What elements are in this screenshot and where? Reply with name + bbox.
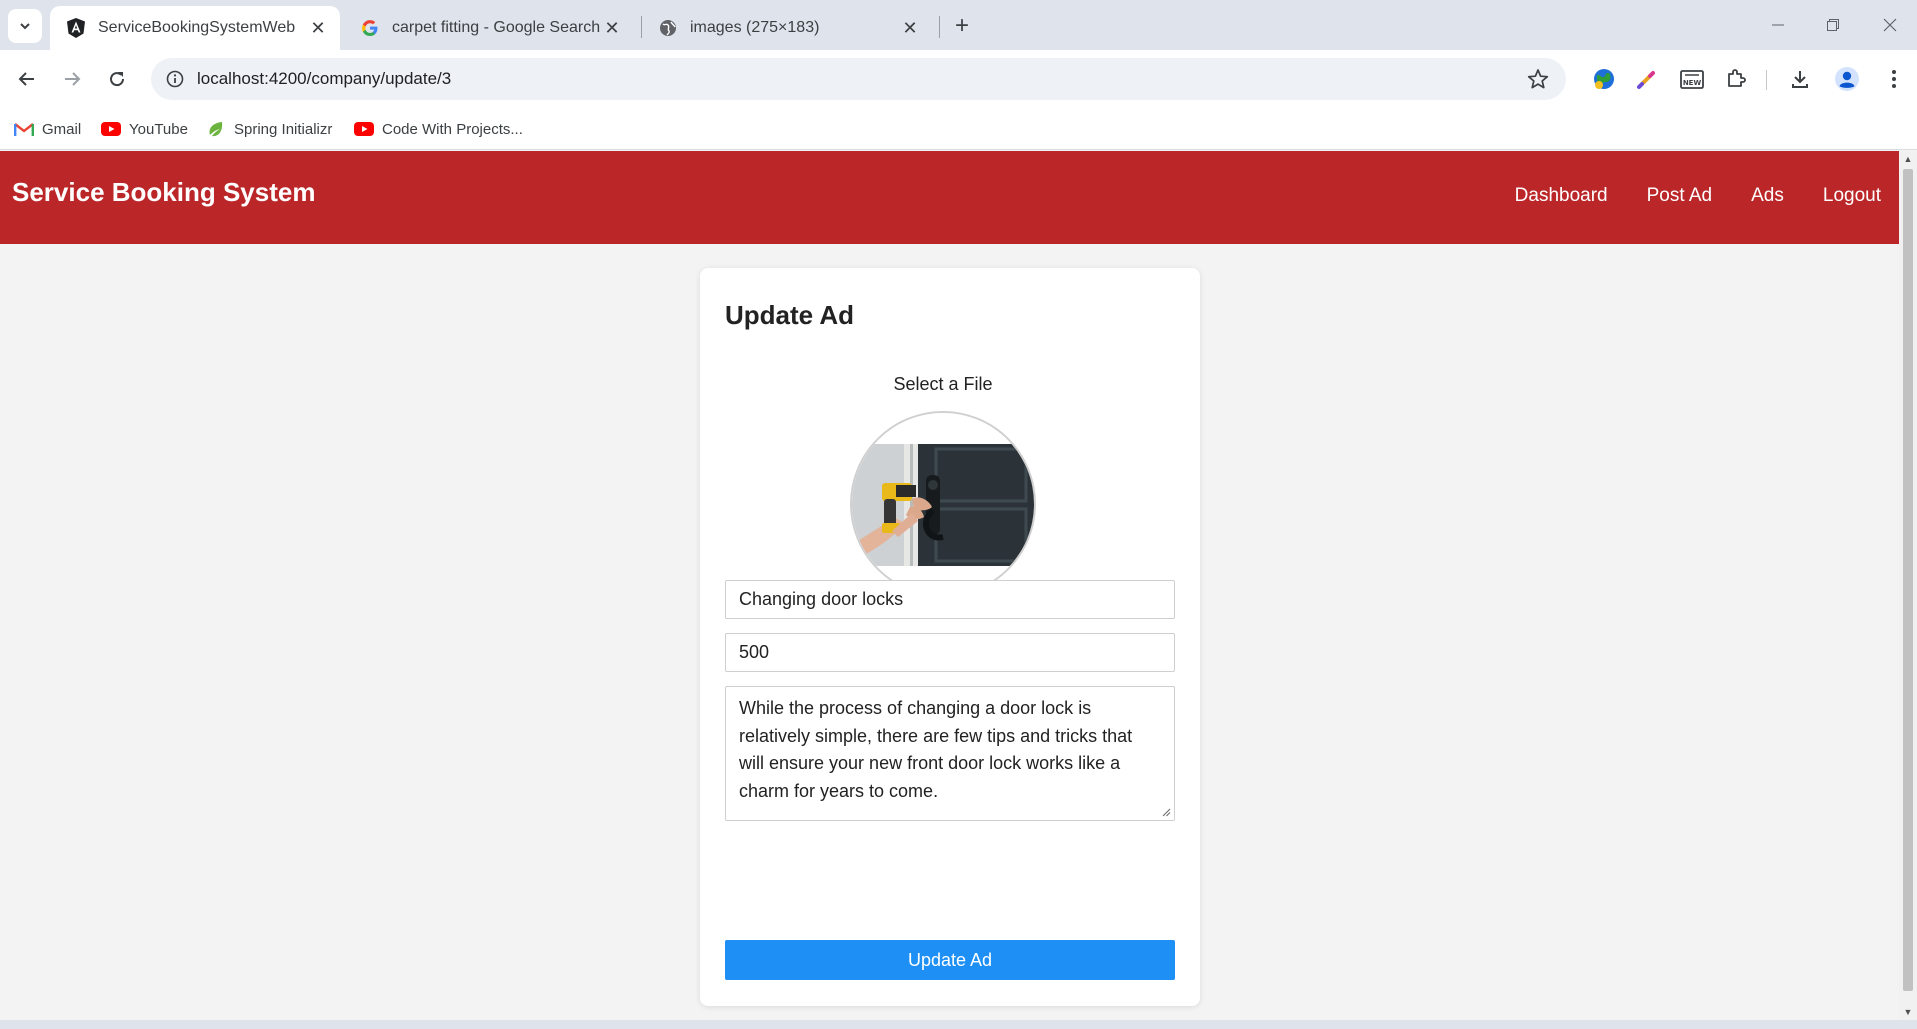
update-ad-button[interactable]: Update Ad (725, 940, 1175, 980)
tab-google-search[interactable]: carpet fitting - Google Search ✕ (344, 6, 634, 50)
tab-images[interactable]: images (275×183) ✕ (642, 6, 932, 50)
tab-strip: ServiceBookingSystemWeb ✕ carpet fitting… (0, 0, 1917, 50)
resize-handle-icon[interactable] (1161, 807, 1171, 817)
tab-servicebooking[interactable]: ServiceBookingSystemWeb ✕ (50, 6, 340, 50)
bookmark-code-with-projects[interactable]: Code With Projects... (354, 116, 523, 142)
nav-dashboard[interactable]: Dashboard (1515, 185, 1608, 207)
extension-news-icon[interactable]: NEW (1678, 65, 1706, 93)
tab-title: ServiceBookingSystemWeb (98, 19, 296, 36)
restore-button[interactable] (1819, 12, 1847, 38)
angular-icon (66, 18, 86, 38)
site-info-icon[interactable] (163, 67, 187, 91)
more-menu-icon[interactable] (1880, 65, 1908, 93)
tab-title: carpet fitting - Google Search (392, 19, 600, 36)
bookmark-gmail[interactable]: Gmail (14, 116, 81, 142)
chevron-down-icon (20, 23, 30, 30)
download-icon[interactable] (1786, 65, 1814, 93)
gmail-icon (14, 121, 34, 137)
update-ad-card: Update Ad Select a File Changing door lo… (700, 268, 1200, 1006)
bookmark-label: Spring Initializr (234, 120, 333, 138)
page-title: Update Ad (725, 300, 855, 330)
extension-earth-icon[interactable] (1590, 65, 1618, 93)
service-name-input[interactable]: Changing door locks (725, 580, 1175, 619)
app-navbar: Service Booking System Dashboard Post Ad… (0, 151, 1899, 244)
new-tab-button[interactable]: + (948, 12, 976, 40)
arrow-right-icon (65, 72, 81, 86)
close-window-button[interactable] (1876, 12, 1904, 38)
file-select-label[interactable]: Select a File (700, 374, 1186, 395)
extension-pencil-icon[interactable] (1633, 65, 1661, 93)
globe-icon (658, 18, 678, 38)
minimize-icon (1772, 24, 1784, 26)
nav-logout[interactable]: Logout (1823, 185, 1881, 207)
restore-icon (1827, 19, 1839, 31)
youtube-icon (354, 121, 374, 137)
scroll-thumb[interactable] (1903, 169, 1913, 991)
plus-icon: + (954, 12, 969, 39)
toolbar-divider (1766, 70, 1767, 90)
scroll-up-icon[interactable]: ▲ (1899, 151, 1917, 167)
tab-search-button[interactable] (8, 9, 42, 43)
ad-image-preview[interactable] (850, 411, 1036, 597)
svg-text:NEW: NEW (1683, 79, 1702, 87)
reload-button[interactable] (100, 62, 134, 96)
bookmark-spring-initializr[interactable]: Spring Initializr (206, 116, 332, 142)
tab-divider (939, 16, 940, 38)
profile-avatar-icon[interactable] (1833, 65, 1861, 93)
reload-icon (110, 72, 125, 87)
browser-toolbar: localhost:4200/company/update/3 NEW (0, 50, 1917, 108)
description-textarea[interactable]: While the process of changing a door loc… (725, 686, 1175, 821)
main-nav: Dashboard Post Ad Ads Logout (1476, 185, 1881, 207)
forward-button[interactable] (55, 62, 89, 96)
bookmark-youtube[interactable]: YouTube (101, 116, 188, 142)
url-text[interactable]: localhost:4200/company/update/3 (197, 69, 1524, 89)
bookmark-label: Gmail (42, 120, 82, 138)
google-icon (360, 18, 380, 38)
close-icon[interactable]: ✕ (600, 16, 624, 40)
extensions-puzzle-icon[interactable] (1722, 65, 1750, 93)
nav-post-ad[interactable]: Post Ad (1647, 185, 1713, 207)
door-lock-photo (852, 413, 1034, 595)
page-scrollbar[interactable]: ▲ ▼ (1899, 151, 1917, 1020)
scroll-down-icon[interactable]: ▼ (1899, 1004, 1917, 1020)
description-text: While the process of changing a door loc… (739, 698, 1133, 801)
back-button[interactable] (10, 62, 44, 96)
minimize-button[interactable] (1764, 12, 1792, 38)
close-icon[interactable]: ✕ (306, 16, 330, 40)
address-bar[interactable]: localhost:4200/company/update/3 (151, 58, 1566, 100)
close-icon (1883, 18, 1897, 32)
spring-icon (206, 121, 226, 137)
page-viewport: Service Booking System Dashboard Post Ad… (0, 151, 1899, 1020)
bookmark-label: YouTube (129, 120, 188, 138)
arrow-left-icon (18, 72, 34, 86)
price-input[interactable]: 500 (725, 633, 1175, 672)
taskbar-edge (0, 1020, 1917, 1029)
brand-title[interactable]: Service Booking System (12, 177, 315, 208)
bookmark-label: Code With Projects... (382, 120, 523, 138)
youtube-icon (101, 121, 121, 137)
tab-title: images (275×183) (690, 19, 820, 36)
nav-ads[interactable]: Ads (1751, 185, 1784, 207)
bookmark-star-icon[interactable] (1524, 65, 1552, 93)
close-icon[interactable]: ✕ (898, 16, 922, 40)
bookmarks-bar: Gmail YouTube Spring Initializr Code Wit… (0, 108, 1917, 150)
